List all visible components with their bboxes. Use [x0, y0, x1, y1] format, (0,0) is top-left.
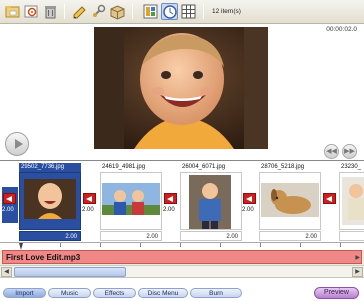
transition-duration: 2.00 [163, 207, 175, 213]
horizontal-scrollbar[interactable]: ◀ ▶ [0, 265, 364, 277]
clip-thumbnail [342, 177, 364, 225]
previous-icon: ◀◀ [326, 148, 337, 155]
tab-import[interactable]: Import [3, 288, 46, 298]
transition-icon [164, 193, 177, 204]
storyboard-clip[interactable]: 23230_ [339, 163, 364, 241]
storyboard-clip[interactable]: 26004_6071.jpg 2.00 [180, 163, 242, 241]
preview-button[interactable]: Preview [314, 287, 359, 299]
transition-duration: 2.00 [242, 207, 254, 213]
scroll-thumb[interactable] [14, 267, 126, 277]
play-button[interactable] [5, 132, 29, 156]
transition-item[interactable] [322, 187, 338, 223]
tab-burn[interactable]: Burn [190, 288, 242, 298]
tab-disc-menu[interactable]: Disc Menu [138, 288, 188, 298]
clip-duration: 2.00 [19, 231, 81, 241]
next-icon: ▶▶ [344, 148, 355, 155]
clip-thumbnail [261, 183, 319, 217]
tab-effects[interactable]: Effects [93, 288, 136, 298]
transition-icon [83, 193, 96, 204]
tab-music[interactable]: Music [48, 288, 91, 298]
preview-area: 00:00:02.0 ◀◀ ▶▶ [0, 24, 364, 160]
toolbar: 12 item(s) [0, 0, 364, 24]
scroll-right-button[interactable]: ▶ [352, 267, 363, 277]
clip-thumbnail [24, 179, 76, 219]
transition-icon [3, 193, 16, 204]
package-icon[interactable] [109, 3, 126, 20]
delete-icon[interactable] [42, 3, 59, 20]
tools-icon[interactable] [90, 3, 107, 20]
bottom-tab-bar: Import Music Effects Disc Menu Burn Prev… [0, 277, 364, 301]
storyboard-clip[interactable]: 29502_7736.jpg 2.00 [19, 163, 81, 241]
timeline-ruler[interactable] [0, 242, 364, 250]
timeline-view-icon[interactable] [161, 3, 178, 20]
clip-filename: 26004_6071.jpg [182, 164, 226, 170]
clip-thumbnail [189, 175, 231, 229]
timecode: 00:00:02.0 [326, 26, 357, 33]
transition-icon [323, 193, 336, 204]
storyboard: 2.00 29502_7736.jpg 2.00 2.00 24619_4981… [0, 160, 364, 242]
edit-icon[interactable] [71, 3, 88, 20]
clip-duration: 2.00 [180, 231, 242, 241]
item-count: 12 item(s) [212, 8, 241, 15]
clip-duration: 2.00 [100, 231, 162, 241]
clip-filename: 28706_5218.jpg [261, 164, 305, 170]
import-folder-icon[interactable] [4, 3, 21, 20]
playhead[interactable] [19, 243, 23, 250]
clip-duration [339, 231, 364, 241]
next-button[interactable]: ▶▶ [342, 144, 357, 159]
audio-track-name: First Love Edit.mp3 [6, 253, 81, 262]
clip-thumbnail [102, 183, 160, 215]
clip-filename: 29502_7736.jpg [19, 163, 81, 172]
transition-icon [243, 193, 256, 204]
transition-item[interactable]: 2.00 [82, 187, 98, 223]
transition-item[interactable]: 2.00 [163, 187, 179, 223]
transition-duration: 2.00 [2, 207, 14, 213]
audio-end-marker: ▶ [355, 255, 360, 261]
storyboard-clip[interactable]: 24619_4981.jpg 2.00 [100, 163, 162, 241]
preview-image [94, 27, 268, 149]
audio-track[interactable]: First Love Edit.mp3 ▶ [2, 250, 362, 264]
transition-duration: 2.00 [82, 207, 94, 213]
settings-icon[interactable] [23, 3, 40, 20]
clip-filename: 24619_4981.jpg [102, 164, 146, 170]
transition-item[interactable]: 2.00 [242, 187, 258, 223]
scroll-left-button[interactable]: ◀ [1, 267, 12, 277]
storyboard-view-icon[interactable] [142, 3, 159, 20]
previous-button[interactable]: ◀◀ [324, 144, 339, 159]
clip-duration: 2.00 [259, 231, 321, 241]
grid-view-icon[interactable] [180, 3, 197, 20]
clip-filename: 23230_ [341, 164, 362, 170]
storyboard-clip[interactable]: 28706_5218.jpg 2.00 [259, 163, 321, 241]
transition-item[interactable]: 2.00 [2, 187, 18, 223]
